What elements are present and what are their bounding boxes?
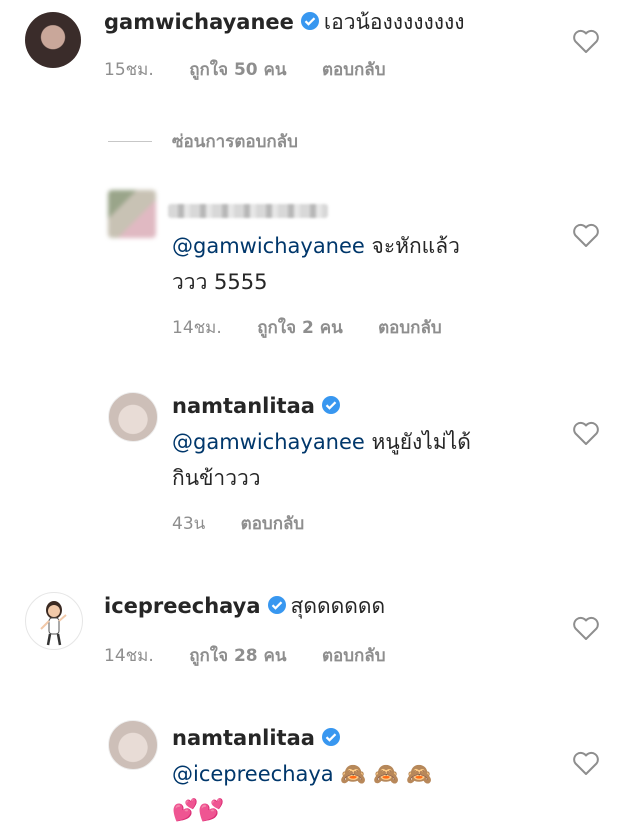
comment-meta: 14ชม. ถูกใจ 2 คน ตอบกลับ — [172, 314, 472, 341]
comment-body: namtanlitaa @gamwichayanee หนูยังไม่ได้ … — [172, 388, 562, 496]
username[interactable]: namtanlitaa — [172, 726, 315, 750]
mention-link[interactable]: @icepreechaya — [172, 762, 334, 786]
hide-replies-label: ซ่อนการตอบกลับ — [172, 132, 298, 152]
avatar[interactable] — [25, 12, 81, 68]
verified-badge-icon — [267, 596, 286, 614]
heart-icon[interactable] — [572, 420, 600, 446]
avatar[interactable] — [108, 720, 158, 770]
comment-text: สุดดดดดด — [290, 594, 386, 618]
comment-text-line2: ววว 5555 — [172, 270, 268, 294]
timestamp: 14ชม. — [172, 318, 222, 338]
emoji-hearts: 💕💕 — [172, 798, 225, 822]
reply-button[interactable]: ตอบกลับ — [322, 646, 386, 666]
verified-badge-icon — [321, 728, 340, 746]
bitmoji-avatar-icon — [40, 601, 67, 646]
username[interactable]: namtanlitaa — [172, 394, 315, 418]
comment-text: เอวน้องงงงงงงง — [323, 10, 465, 34]
comment-meta: 15ชม. ถูกใจ 50 คน ตอบกลับ — [104, 56, 415, 83]
likes-count[interactable]: ถูกใจ 28 คน — [189, 646, 286, 666]
comment-body: @gamwichayanee จะหักแล้ว ววว 5555 — [172, 228, 562, 300]
mention-link[interactable]: @gamwichayanee — [172, 234, 365, 258]
blurred-username — [168, 204, 328, 218]
heart-icon[interactable] — [572, 750, 600, 776]
comment-body: icepreechaya สุดดดดดด — [104, 588, 574, 624]
heart-icon[interactable] — [572, 615, 600, 641]
comment-body: namtanlitaa @icepreechaya 🙈 🙈 🙈 💕💕 — [172, 720, 562, 828]
mention-link[interactable]: @gamwichayanee — [172, 430, 365, 454]
divider — [108, 141, 152, 142]
heart-icon[interactable] — [572, 222, 600, 248]
username[interactable]: gamwichayanee — [104, 10, 294, 34]
username[interactable]: icepreechaya — [104, 594, 261, 618]
emoji-monkeys: 🙈 🙈 🙈 — [340, 762, 433, 786]
reply-button[interactable]: ตอบกลับ — [241, 514, 305, 534]
avatar[interactable] — [108, 190, 156, 238]
comment-body: gamwichayanee เอวน้องงงงงงงง — [104, 4, 574, 40]
verified-badge-icon — [321, 396, 340, 414]
avatar[interactable] — [108, 392, 158, 442]
avatar[interactable] — [25, 592, 83, 650]
timestamp: 14ชม. — [104, 646, 154, 666]
verified-badge-icon — [300, 12, 319, 30]
hide-replies-button[interactable]: ซ่อนการตอบกลับ — [108, 128, 298, 155]
comment-meta: 14ชม. ถูกใจ 28 คน ตอบกลับ — [104, 642, 415, 669]
reply-button[interactable]: ตอบกลับ — [322, 60, 386, 80]
comment-meta: 43น ตอบกลับ — [172, 510, 334, 537]
likes-count[interactable]: ถูกใจ 2 คน — [257, 318, 343, 338]
timestamp: 15ชม. — [104, 60, 154, 80]
reply-button[interactable]: ตอบกลับ — [378, 318, 442, 338]
timestamp: 43น — [172, 514, 206, 534]
comment-text-line2: กินข้าววว — [172, 466, 261, 490]
comment-text: จะหักแล้ว — [371, 234, 460, 258]
comment-text: หนูยังไม่ได้ — [371, 430, 471, 454]
likes-count[interactable]: ถูกใจ 50 คน — [189, 60, 286, 80]
heart-icon[interactable] — [572, 28, 600, 54]
